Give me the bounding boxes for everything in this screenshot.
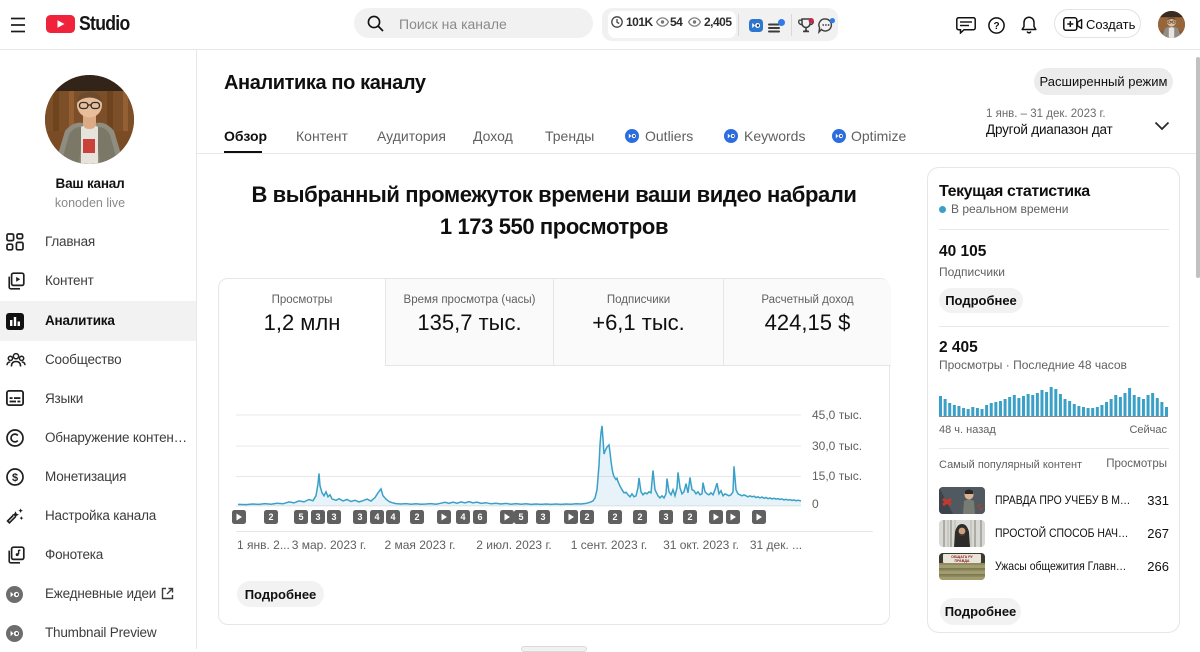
svg-text:ПРАВДА: ПРАВДА bbox=[955, 559, 970, 563]
svg-text:?: ? bbox=[993, 21, 999, 32]
svg-text:$: $ bbox=[12, 472, 18, 484]
